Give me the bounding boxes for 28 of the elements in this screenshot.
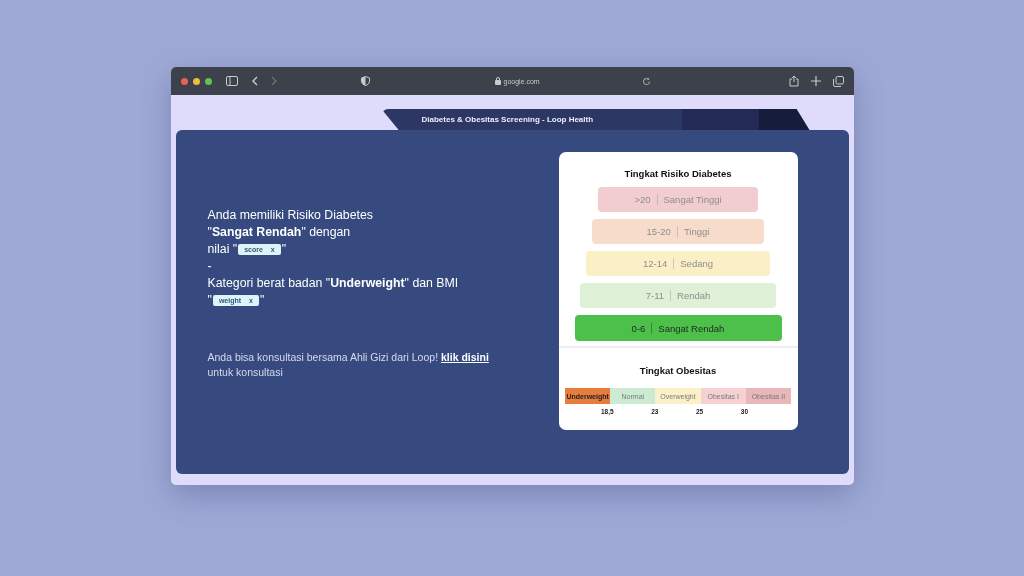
minimize-icon[interactable]: [192, 77, 200, 85]
share-icon[interactable]: [788, 75, 799, 87]
risk-level: 0-6 Sangat Rendah: [574, 315, 782, 341]
card-title: Tingkat Risiko Diabetes: [624, 168, 732, 179]
result-text: ": [207, 292, 212, 309]
shield-icon[interactable]: [360, 76, 370, 86]
risk-level: 15-20 Tinggi: [592, 219, 764, 244]
card-title: Tingkat Obesitas: [639, 365, 717, 376]
consult-text: Anda bisa konsultasi bersama Ahli Gizi dari Loop! klik disini untuk konsultasi: [207, 350, 490, 380]
result-text: Anda memiliki Risiko Diabetes: [207, 207, 374, 224]
maximize-icon[interactable]: [204, 77, 212, 85]
result-text: ": [259, 292, 265, 309]
back-icon[interactable]: [250, 76, 258, 86]
result-text: nilai ": [207, 241, 238, 258]
tabs-icon[interactable]: [832, 75, 844, 87]
plus-icon[interactable]: [810, 76, 821, 86]
lock-icon: [494, 77, 501, 85]
result-text: ": [281, 241, 287, 258]
consult-link[interactable]: klik disini: [440, 351, 489, 363]
result-text: -: [207, 258, 213, 275]
close-icon[interactable]: [180, 77, 188, 85]
reload-icon[interactable]: [641, 76, 651, 86]
result-text: "Sangat Rendah" dengan: [207, 224, 352, 241]
risk-level: >20 Sangat Tinggi: [598, 187, 758, 212]
sidebar-icon[interactable]: [225, 76, 238, 86]
result-text: Kategori berat badan "Underweight" dan BMI: [207, 275, 460, 292]
risk-level: 12-14 Sedang: [586, 251, 770, 276]
risk-level: 7-11 Rendah: [580, 283, 776, 308]
